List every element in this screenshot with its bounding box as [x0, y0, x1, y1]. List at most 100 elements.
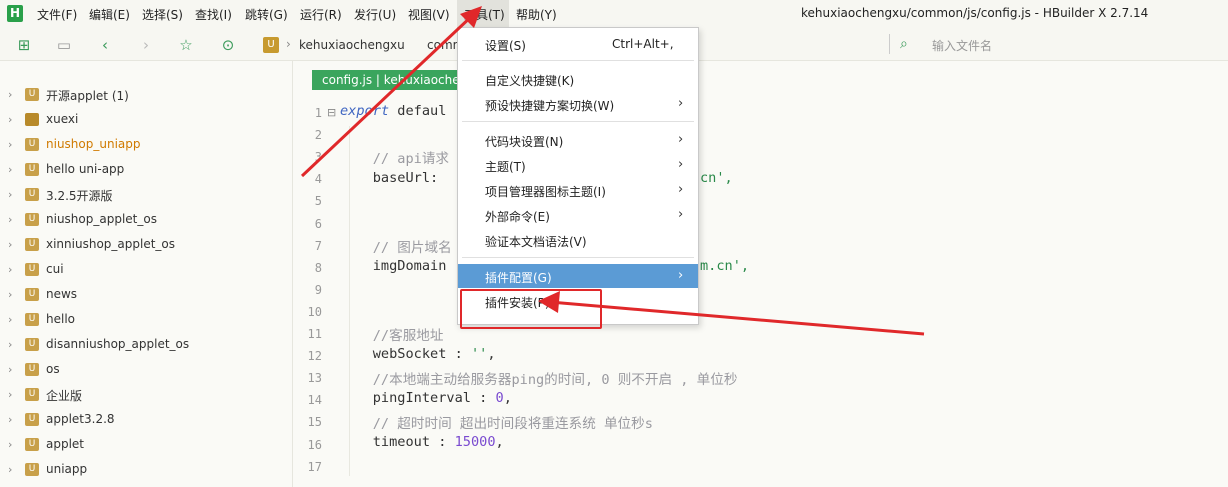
- code-line-13: //本地端主动给服务器ping的时间, 0 则不开启 , 单位秒: [340, 372, 738, 388]
- code-line-16: timeout : 15000,: [340, 434, 504, 450]
- new-file-icon[interactable]: ⊞: [15, 36, 33, 54]
- tree-item-xuexi[interactable]: › xuexi: [0, 109, 292, 133]
- menu-item-shortcut-scheme[interactable]: 预设快捷键方案切换(W) ›: [458, 92, 698, 116]
- file-search-icon: ⌕: [900, 36, 908, 52]
- back-icon[interactable]: ‹: [96, 36, 114, 54]
- line-number: 4: [314, 172, 322, 187]
- tree-item-os[interactable]: › Uos: [0, 359, 292, 383]
- line-number: 16: [307, 437, 322, 452]
- line-number: 9: [314, 282, 322, 297]
- tree-item-news[interactable]: › Unews: [0, 284, 292, 308]
- tree-item-applet[interactable]: › Uapplet: [0, 434, 292, 458]
- expand-chevron-icon[interactable]: ›: [8, 88, 12, 101]
- expand-chevron-icon[interactable]: ›: [8, 213, 12, 226]
- menu-help[interactable]: 帮助(Y): [516, 6, 557, 23]
- tree-item-niushop-uniapp[interactable]: › Uniushop_uniapp: [0, 134, 292, 158]
- tree-item-cui[interactable]: › Ucui: [0, 259, 292, 283]
- forward-icon[interactable]: ›: [137, 36, 155, 54]
- code-line-8: imgDomain: [340, 258, 447, 274]
- menu-tools[interactable]: 工具(T): [464, 6, 505, 23]
- menu-item-custom-shortcuts[interactable]: 自定义快捷键(K): [458, 67, 698, 91]
- breadcrumb-project[interactable]: kehuxiaochengxu: [299, 38, 405, 52]
- expand-chevron-icon[interactable]: ›: [8, 463, 12, 476]
- menu-edit[interactable]: 编辑(E): [89, 6, 130, 23]
- tree-item-label: hello: [46, 312, 75, 326]
- menu-item-icon-theme[interactable]: 项目管理器图标主题(I) ›: [458, 178, 698, 202]
- tree-item-label: xinniushop_applet_os: [46, 237, 176, 251]
- tree-item-disanniushop-applet-os[interactable]: › Udisanniushop_applet_os: [0, 334, 292, 358]
- uniapp-project-icon: U: [25, 88, 39, 101]
- save-icon[interactable]: ▭: [55, 36, 73, 54]
- tree-item-open-applet[interactable]: › U 开源applet (1): [0, 84, 292, 108]
- expand-chevron-icon[interactable]: ›: [8, 163, 12, 176]
- expand-chevron-icon[interactable]: ›: [8, 113, 12, 126]
- menu-item-label: 主题(T): [485, 160, 526, 174]
- menu-item-plugin-config[interactable]: 插件配置(G) ›: [458, 264, 698, 288]
- code-line-8-tail: m.cn',: [700, 258, 750, 274]
- menu-item-external-commands[interactable]: 外部命令(E) ›: [458, 203, 698, 227]
- line-number: 2: [314, 128, 322, 143]
- expand-chevron-icon[interactable]: ›: [8, 413, 12, 426]
- code-line-12: webSocket : '',: [340, 346, 496, 362]
- breadcrumb-separator-icon: ›: [286, 37, 291, 51]
- menu-item-snippet-settings[interactable]: 代码块设置(N) ›: [458, 128, 698, 152]
- favorite-icon[interactable]: ☆: [177, 36, 195, 54]
- menu-view[interactable]: 视图(V): [408, 6, 450, 23]
- menu-item-theme[interactable]: 主题(T) ›: [458, 153, 698, 177]
- code-line-4: baseUrl:: [340, 170, 439, 186]
- line-number: 8: [314, 260, 322, 275]
- submenu-arrow-icon: ›: [678, 207, 684, 222]
- menu-find[interactable]: 查找(I): [195, 6, 232, 23]
- menu-separator: [462, 121, 694, 122]
- expand-chevron-icon[interactable]: ›: [8, 338, 12, 351]
- tree-item-hello[interactable]: › Uhello: [0, 309, 292, 333]
- expand-chevron-icon[interactable]: ›: [8, 138, 12, 151]
- menu-goto[interactable]: 跳转(G): [245, 6, 288, 23]
- menu-item-label: 代码块设置(N): [485, 135, 564, 149]
- menu-publish[interactable]: 发行(U): [354, 6, 396, 23]
- code-text: timeout :: [340, 434, 455, 450]
- tree-item-hello-uni-app[interactable]: › Uhello uni-app: [0, 159, 292, 183]
- menu-item-validate-syntax[interactable]: 验证本文档语法(V): [458, 228, 698, 252]
- tree-item-label: niushop_uniapp: [46, 137, 141, 151]
- tree-item-uniapp[interactable]: › Uuniapp: [0, 459, 292, 483]
- file-search-input[interactable]: [930, 36, 1214, 56]
- expand-chevron-icon[interactable]: ›: [8, 288, 12, 301]
- expand-chevron-icon[interactable]: ›: [8, 188, 12, 201]
- menu-item-label: 项目管理器图标主题(I): [485, 185, 606, 199]
- expand-chevron-icon[interactable]: ›: [8, 238, 12, 251]
- expand-chevron-icon[interactable]: ›: [8, 363, 12, 376]
- tab-config-js[interactable]: config.js | kehuxiaochengxu/common/js: [312, 70, 480, 90]
- expand-chevron-icon[interactable]: ›: [8, 263, 12, 276]
- code-line-1: export defaul: [340, 103, 446, 119]
- uniapp-project-icon: U: [25, 188, 39, 201]
- menu-file[interactable]: 文件(F): [37, 6, 77, 23]
- line-number: 14: [307, 393, 322, 408]
- tree-item-applet328[interactable]: › Uapplet3.2.8: [0, 409, 292, 433]
- tree-item-label: os: [46, 362, 60, 376]
- code-line-11: //客服地址: [340, 328, 444, 344]
- code-text: webSocket :: [340, 346, 471, 362]
- menu-item-label: 外部命令(E): [485, 210, 550, 224]
- tree-item-label: cui: [46, 262, 64, 276]
- submenu-arrow-icon: ›: [678, 182, 684, 197]
- line-number: 10: [307, 304, 322, 319]
- line-number: 3: [314, 150, 322, 165]
- fold-toggle-icon[interactable]: ⊟: [327, 106, 336, 119]
- tree-item-v325[interactable]: › U 3.2.5开源版: [0, 184, 292, 208]
- expand-chevron-icon[interactable]: ›: [8, 388, 12, 401]
- run-icon[interactable]: ⊙: [219, 36, 237, 54]
- uniapp-project-icon: U: [25, 338, 39, 351]
- menu-item-settings[interactable]: 设置(S) Ctrl+Alt+,: [458, 32, 698, 56]
- code-line-15: // 超时时间 超出时间段将重连系统 单位秒s: [340, 416, 653, 432]
- tree-item-enterprise[interactable]: › U 企业版: [0, 384, 292, 408]
- menu-run[interactable]: 运行(R): [300, 6, 342, 23]
- uniapp-project-icon: U: [25, 213, 39, 226]
- expand-chevron-icon[interactable]: ›: [8, 313, 12, 326]
- menu-select[interactable]: 选择(S): [142, 6, 183, 23]
- code-text: ,: [503, 390, 512, 406]
- submenu-arrow-icon: ›: [678, 268, 684, 283]
- tree-item-niushop-applet-os[interactable]: › Uniushop_applet_os: [0, 209, 292, 233]
- expand-chevron-icon[interactable]: ›: [8, 438, 12, 451]
- tree-item-xinniushop-applet-os[interactable]: › Uxinniushop_applet_os: [0, 234, 292, 258]
